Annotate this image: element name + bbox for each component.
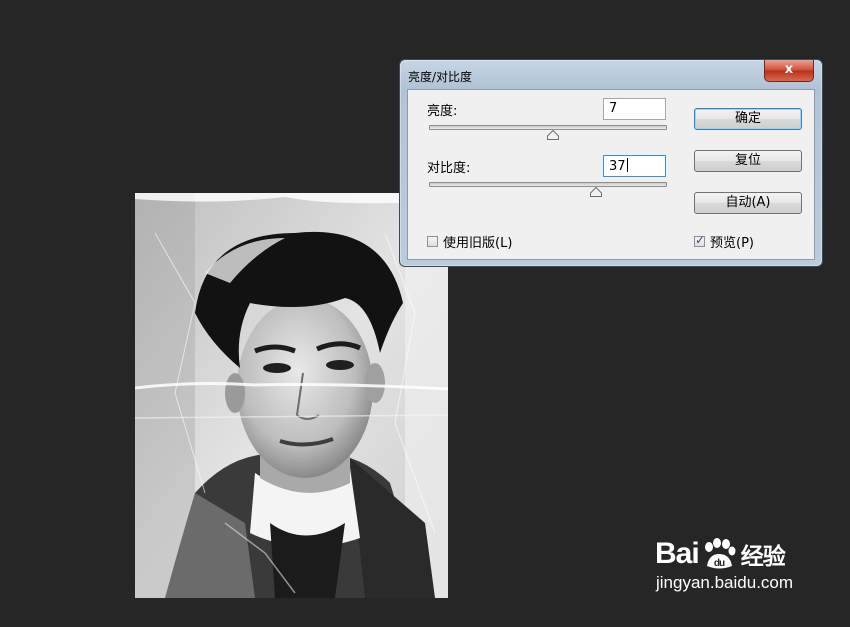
preview-label: 预览(P) xyxy=(710,236,754,251)
paw-icon: du xyxy=(704,538,736,569)
close-icon: x xyxy=(784,62,794,77)
baidu-jingyan-watermark: Bai du 经验 jingyan.baidu.com xyxy=(655,537,793,593)
close-button[interactable]: x xyxy=(764,60,814,82)
legacy-checkbox[interactable] xyxy=(427,236,438,247)
brightness-slider-thumb[interactable] xyxy=(546,130,559,140)
legacy-label: 使用旧版(L) xyxy=(443,236,513,251)
ok-button[interactable]: 确定 xyxy=(694,108,802,130)
brightness-contrast-dialog: 亮度/对比度 x 亮度: 7 对比度: 37 使用旧版(L) 预览(P) 确定 xyxy=(399,59,823,267)
dialog-titlebar[interactable]: 亮度/对比度 x xyxy=(400,60,822,92)
brightness-input[interactable]: 7 xyxy=(603,98,666,120)
contrast-slider-thumb[interactable] xyxy=(589,187,602,197)
watermark-url: jingyan.baidu.com xyxy=(656,573,794,592)
brightness-value: 7 xyxy=(609,101,618,116)
contrast-input[interactable]: 37 xyxy=(603,155,666,177)
text-caret xyxy=(626,158,628,172)
legacy-checkbox-row[interactable]: 使用旧版(L) xyxy=(427,232,512,251)
contrast-slider-track[interactable] xyxy=(429,182,667,187)
watermark-logo: Bai du 经验 xyxy=(655,537,793,571)
triangle-thumb-icon xyxy=(589,187,602,197)
svg-text:du: du xyxy=(714,558,725,569)
dialog-content: 亮度: 7 对比度: 37 使用旧版(L) 预览(P) 确定 复位 自动(A) xyxy=(407,89,815,260)
contrast-label: 对比度: xyxy=(427,161,471,176)
preview-checkbox-row[interactable]: 预览(P) xyxy=(694,232,754,251)
dialog-title: 亮度/对比度 xyxy=(408,70,473,84)
triangle-thumb-icon xyxy=(546,130,559,140)
brightness-label: 亮度: xyxy=(427,104,458,119)
contrast-value: 37 xyxy=(609,159,626,174)
reset-button[interactable]: 复位 xyxy=(694,150,802,172)
watermark-logo-right: 经验 xyxy=(740,543,786,569)
watermark-logo-left: Bai xyxy=(655,537,700,570)
preview-checkbox[interactable] xyxy=(694,233,705,247)
auto-button[interactable]: 自动(A) xyxy=(694,192,802,214)
